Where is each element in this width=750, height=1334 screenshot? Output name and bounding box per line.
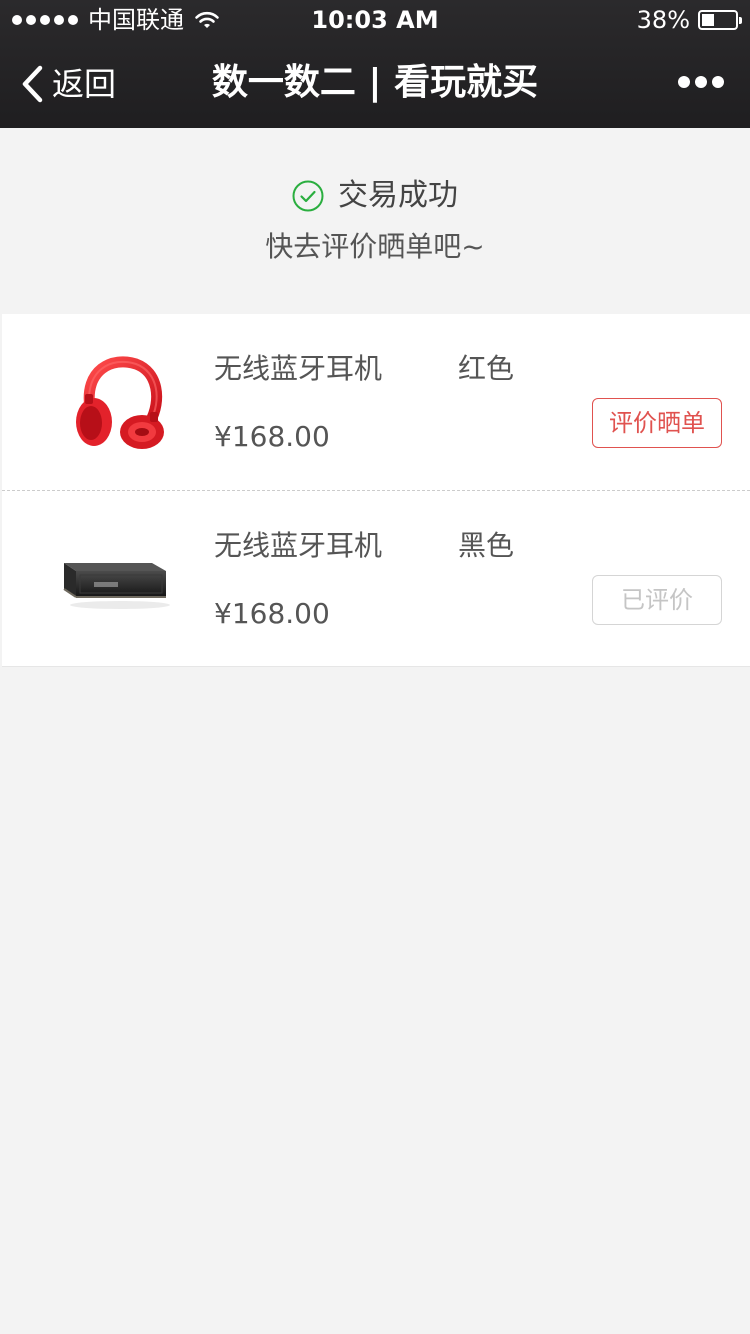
battery-icon — [698, 10, 742, 30]
review-button[interactable]: 评价晒单 — [592, 398, 722, 448]
page-title: 数一数二 | 看玩就买 — [211, 62, 539, 103]
product-color: 黑色 — [458, 529, 515, 562]
battery-percent: 38% — [636, 6, 690, 34]
more-dot-icon — [695, 76, 707, 88]
red-headphones-icon — [76, 356, 164, 449]
check-circle-icon — [292, 180, 324, 212]
product-price: ¥168.00 — [214, 597, 330, 630]
order-item: 无线蓝牙耳机 红色 ¥168.00 评价晒单 — [2, 314, 750, 490]
status-bar: 中国联通 10:03 AM 38% — [0, 0, 750, 40]
reviewed-button[interactable]: 已评价 — [592, 575, 722, 625]
result-status-text: 交易成功 — [338, 178, 458, 213]
product-name: 无线蓝牙耳机 — [214, 352, 383, 385]
order-list: 无线蓝牙耳机 红色 ¥168.00 评价晒单 无线蓝牙耳机 黑色 ¥168.00… — [2, 314, 750, 667]
top-bar: 中国联通 10:03 AM 38% 返回 数一数二 | 看玩就买 — [0, 0, 750, 128]
back-button[interactable]: 返回 — [18, 60, 116, 108]
product-color: 红色 — [458, 352, 515, 385]
transaction-result: 交易成功 快去评价晒单吧~ — [0, 128, 750, 314]
more-dot-icon — [712, 76, 724, 88]
product-name: 无线蓝牙耳机 — [214, 529, 383, 562]
order-item: 无线蓝牙耳机 黑色 ¥168.00 已评价 — [2, 490, 750, 666]
navigation-bar: 返回 数一数二 | 看玩就买 — [0, 40, 750, 128]
list-divider — [2, 666, 750, 667]
result-status-row: 交易成功 — [0, 176, 750, 216]
product-price: ¥168.00 — [214, 420, 330, 453]
black-speaker-icon — [63, 563, 170, 609]
more-dot-icon — [678, 76, 690, 88]
status-right: 38% — [636, 6, 742, 34]
result-subtext: 快去评价晒单吧~ — [265, 230, 485, 263]
back-label: 返回 — [52, 65, 117, 103]
chevron-left-icon — [22, 65, 43, 103]
more-options-button[interactable] — [678, 72, 724, 92]
